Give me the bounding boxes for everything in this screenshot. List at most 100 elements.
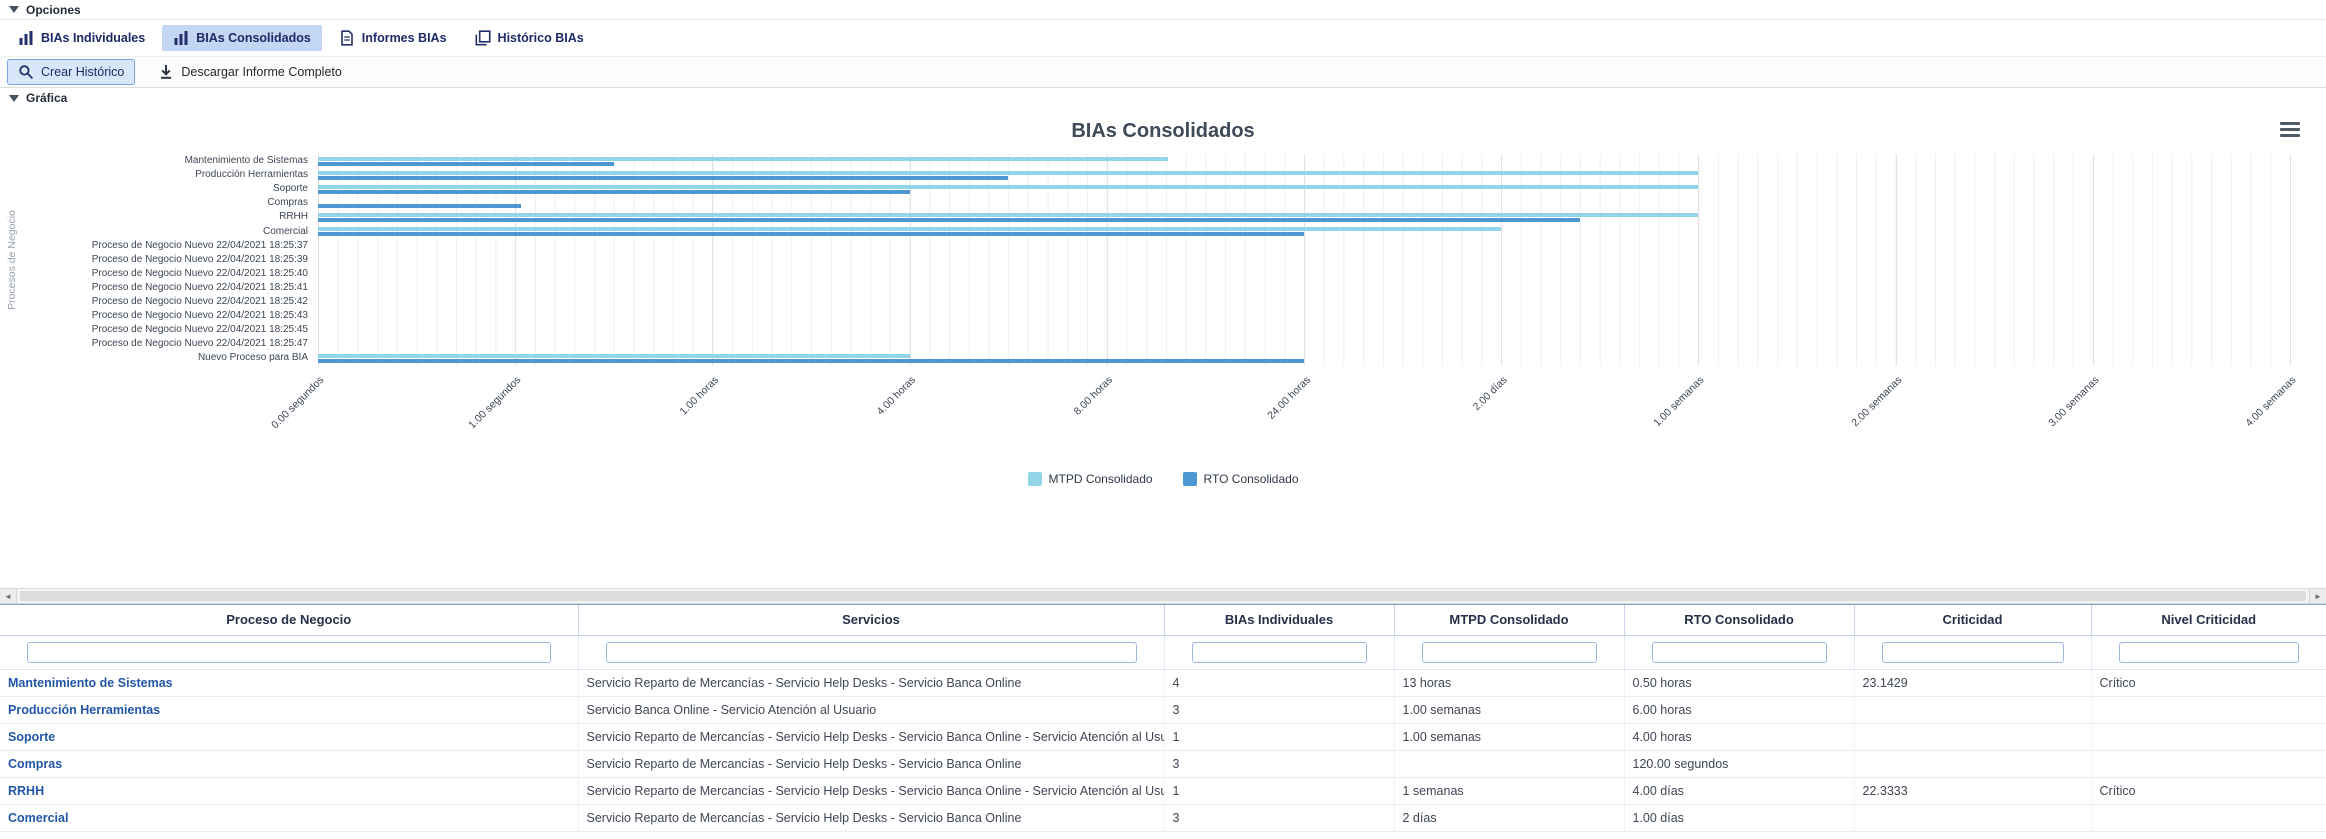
legend-item-mtpd-consolidado[interactable]: MTPD Consolidado xyxy=(1028,472,1153,486)
process-link[interactable]: Compras xyxy=(8,757,62,771)
grafica-bar: Gráfica xyxy=(0,88,2326,108)
bar-mtpd[interactable] xyxy=(318,171,1698,175)
crear-hist-rico-button[interactable]: Crear Histórico xyxy=(7,59,135,85)
chart-menu-icon[interactable] xyxy=(2280,122,2300,137)
cell-servicios: Servicio Reparto de Mercancías - Servici… xyxy=(578,777,1164,804)
cell-rto: 0.50 horas xyxy=(1624,669,1854,696)
chart-category-label: Mantenimiento de Sistemas xyxy=(0,154,314,168)
chart-category-label: Soporte xyxy=(0,182,314,196)
tab-label: Informes BIAs xyxy=(362,31,447,45)
cell-nivel xyxy=(2091,804,2326,831)
bar-rto[interactable] xyxy=(318,204,521,208)
cell-servicios: Servicio Reparto de Mercancías - Servici… xyxy=(578,723,1164,750)
filter-input-rto[interactable] xyxy=(1652,642,1827,663)
table-row[interactable]: RRHH Servicio Reparto de Mercancías - Ser… xyxy=(0,777,2326,804)
bar-mtpd[interactable] xyxy=(318,227,1501,231)
chart-legend: MTPD Consolidado RTO Consolidado xyxy=(0,472,2326,486)
bar-mtpd[interactable] xyxy=(318,213,1698,217)
chart-gridline xyxy=(1896,154,1897,366)
process-link[interactable]: RRHH xyxy=(8,784,44,798)
tabs-row: BIAs Individuales BIAs Consolidados Inform… xyxy=(0,20,2326,56)
column-header-criticidad[interactable]: Criticidad xyxy=(1854,605,2091,635)
table-row[interactable]: Comercial Servicio Reparto de Mercancías … xyxy=(0,804,2326,831)
chart-x-tick-label: 1.00 segundos xyxy=(466,374,523,431)
table-row[interactable]: Mantenimiento de SistemasServicio Repart… xyxy=(0,669,2326,696)
tab-informes-bias[interactable]: Informes BIAs xyxy=(328,25,458,51)
scroll-left-arrow-icon[interactable]: ◄ xyxy=(0,589,17,603)
cell-rto: 120.00 segundos xyxy=(1624,750,1854,777)
process-link[interactable]: Comercial xyxy=(8,811,68,825)
cell-rto: 4.00 horas xyxy=(1624,723,1854,750)
column-header-bias-individuales[interactable]: BIAs Individuales xyxy=(1164,605,1394,635)
bar-rto[interactable] xyxy=(318,232,1304,236)
cell-nivel xyxy=(2091,696,2326,723)
cell-proceso: Producción Herramientas xyxy=(0,696,578,723)
column-header-servicios[interactable]: Servicios xyxy=(578,605,1164,635)
tab-bias-consolidados[interactable]: BIAs Consolidados xyxy=(162,25,322,51)
bar-mtpd[interactable] xyxy=(318,157,1168,161)
cell-nivel: Crítico xyxy=(2091,777,2326,804)
tab-label: BIAs Consolidados xyxy=(196,31,311,45)
filter-cell-rto xyxy=(1624,635,1854,669)
scroll-right-arrow-icon[interactable]: ► xyxy=(2309,589,2326,603)
chart-x-tick-label: 8.00 horas xyxy=(1072,374,1116,418)
column-header-rto-consolidado[interactable]: RTO Consolidado xyxy=(1624,605,1854,635)
filter-input-nivel[interactable] xyxy=(2119,642,2299,663)
cell-criticidad: 23.1429 xyxy=(1854,669,2091,696)
cell-nivel xyxy=(2091,723,2326,750)
bar-mtpd[interactable] xyxy=(318,354,910,358)
filter-cell-proceso xyxy=(0,635,578,669)
filter-input-servicios[interactable] xyxy=(606,642,1137,663)
report-icon xyxy=(339,30,355,46)
cell-servicios: Servicio Reparto de Mercancías - Servici… xyxy=(578,750,1164,777)
bar-rto[interactable] xyxy=(318,162,614,166)
cell-criticidad xyxy=(1854,723,2091,750)
cell-proceso: Comercial xyxy=(0,804,578,831)
process-link[interactable]: Soporte xyxy=(8,730,55,744)
filter-cell-servicios xyxy=(578,635,1164,669)
cell-proceso: RRHH xyxy=(0,777,578,804)
chart-x-tick-label: 24.00 horas xyxy=(1265,374,1313,422)
column-header-proceso-de-negocio[interactable]: Proceso de Negocio xyxy=(0,605,578,635)
filter-input-mtpd[interactable] xyxy=(1422,642,1597,663)
filter-input-bias[interactable] xyxy=(1192,642,1367,663)
bar-rto[interactable] xyxy=(318,218,1580,222)
filter-input-criticidad[interactable] xyxy=(1882,642,2064,663)
table-row[interactable]: Producción HerramientasServicio Banca On… xyxy=(0,696,2326,723)
bar-mtpd[interactable] xyxy=(318,185,1698,189)
process-link[interactable]: Producción Herramientas xyxy=(8,703,160,717)
table-row[interactable]: Compras Servicio Reparto de Mercancías - … xyxy=(0,750,2326,777)
cell-servicios: Servicio Reparto de Mercancías - Servici… xyxy=(578,804,1164,831)
legend-label: MTPD Consolidado xyxy=(1049,472,1153,486)
bar-rto[interactable] xyxy=(318,176,1008,180)
cell-rto: 6.00 horas xyxy=(1624,696,1854,723)
tab-label: Histórico BIAs xyxy=(498,31,584,45)
scrollbar-thumb[interactable] xyxy=(20,591,2306,601)
chart-x-tick-label: 2.00 días xyxy=(1471,374,1510,413)
table-filter-row xyxy=(0,635,2326,669)
bias-table: Proceso de NegocioServiciosBIAs Individu… xyxy=(0,605,2326,832)
collapse-icon-opciones[interactable] xyxy=(9,6,19,13)
opciones-label: Opciones xyxy=(26,3,81,17)
bar-rto[interactable] xyxy=(318,359,1304,363)
cell-mtpd: 1.00 semanas xyxy=(1394,696,1624,723)
column-header-mtpd-consolidado[interactable]: MTPD Consolidado xyxy=(1394,605,1624,635)
table-row[interactable]: Soporte Servicio Reparto de Mercancías - … xyxy=(0,723,2326,750)
legend-item-rto-consolidado[interactable]: RTO Consolidado xyxy=(1183,472,1299,486)
filter-cell-mtpd xyxy=(1394,635,1624,669)
bar-rto[interactable] xyxy=(318,190,910,194)
horizontal-scrollbar[interactable]: ◄ ► xyxy=(0,588,2326,604)
descargar-informe-completo-button[interactable]: Descargar Informe Completo xyxy=(147,59,352,85)
filter-input-proceso[interactable] xyxy=(27,642,551,663)
cell-proceso: Mantenimiento de Sistemas xyxy=(0,669,578,696)
column-header-nivel-criticidad[interactable]: Nivel Criticidad xyxy=(2091,605,2326,635)
chart-gridline xyxy=(1698,154,1699,366)
tab-hist-rico-bias[interactable]: Histórico BIAs xyxy=(464,25,595,51)
chart-x-tick-label: 3.00 semanas xyxy=(2046,374,2101,429)
toolbar-button-label: Descargar Informe Completo xyxy=(181,65,341,79)
collapse-icon-grafica[interactable] xyxy=(9,95,19,102)
scrollbar-track[interactable] xyxy=(17,589,2309,603)
tab-bias-individuales[interactable]: BIAs Individuales xyxy=(7,25,156,51)
chart-category-label: Nuevo Proceso para BIA xyxy=(0,351,314,365)
process-link[interactable]: Mantenimiento de Sistemas xyxy=(8,676,173,690)
